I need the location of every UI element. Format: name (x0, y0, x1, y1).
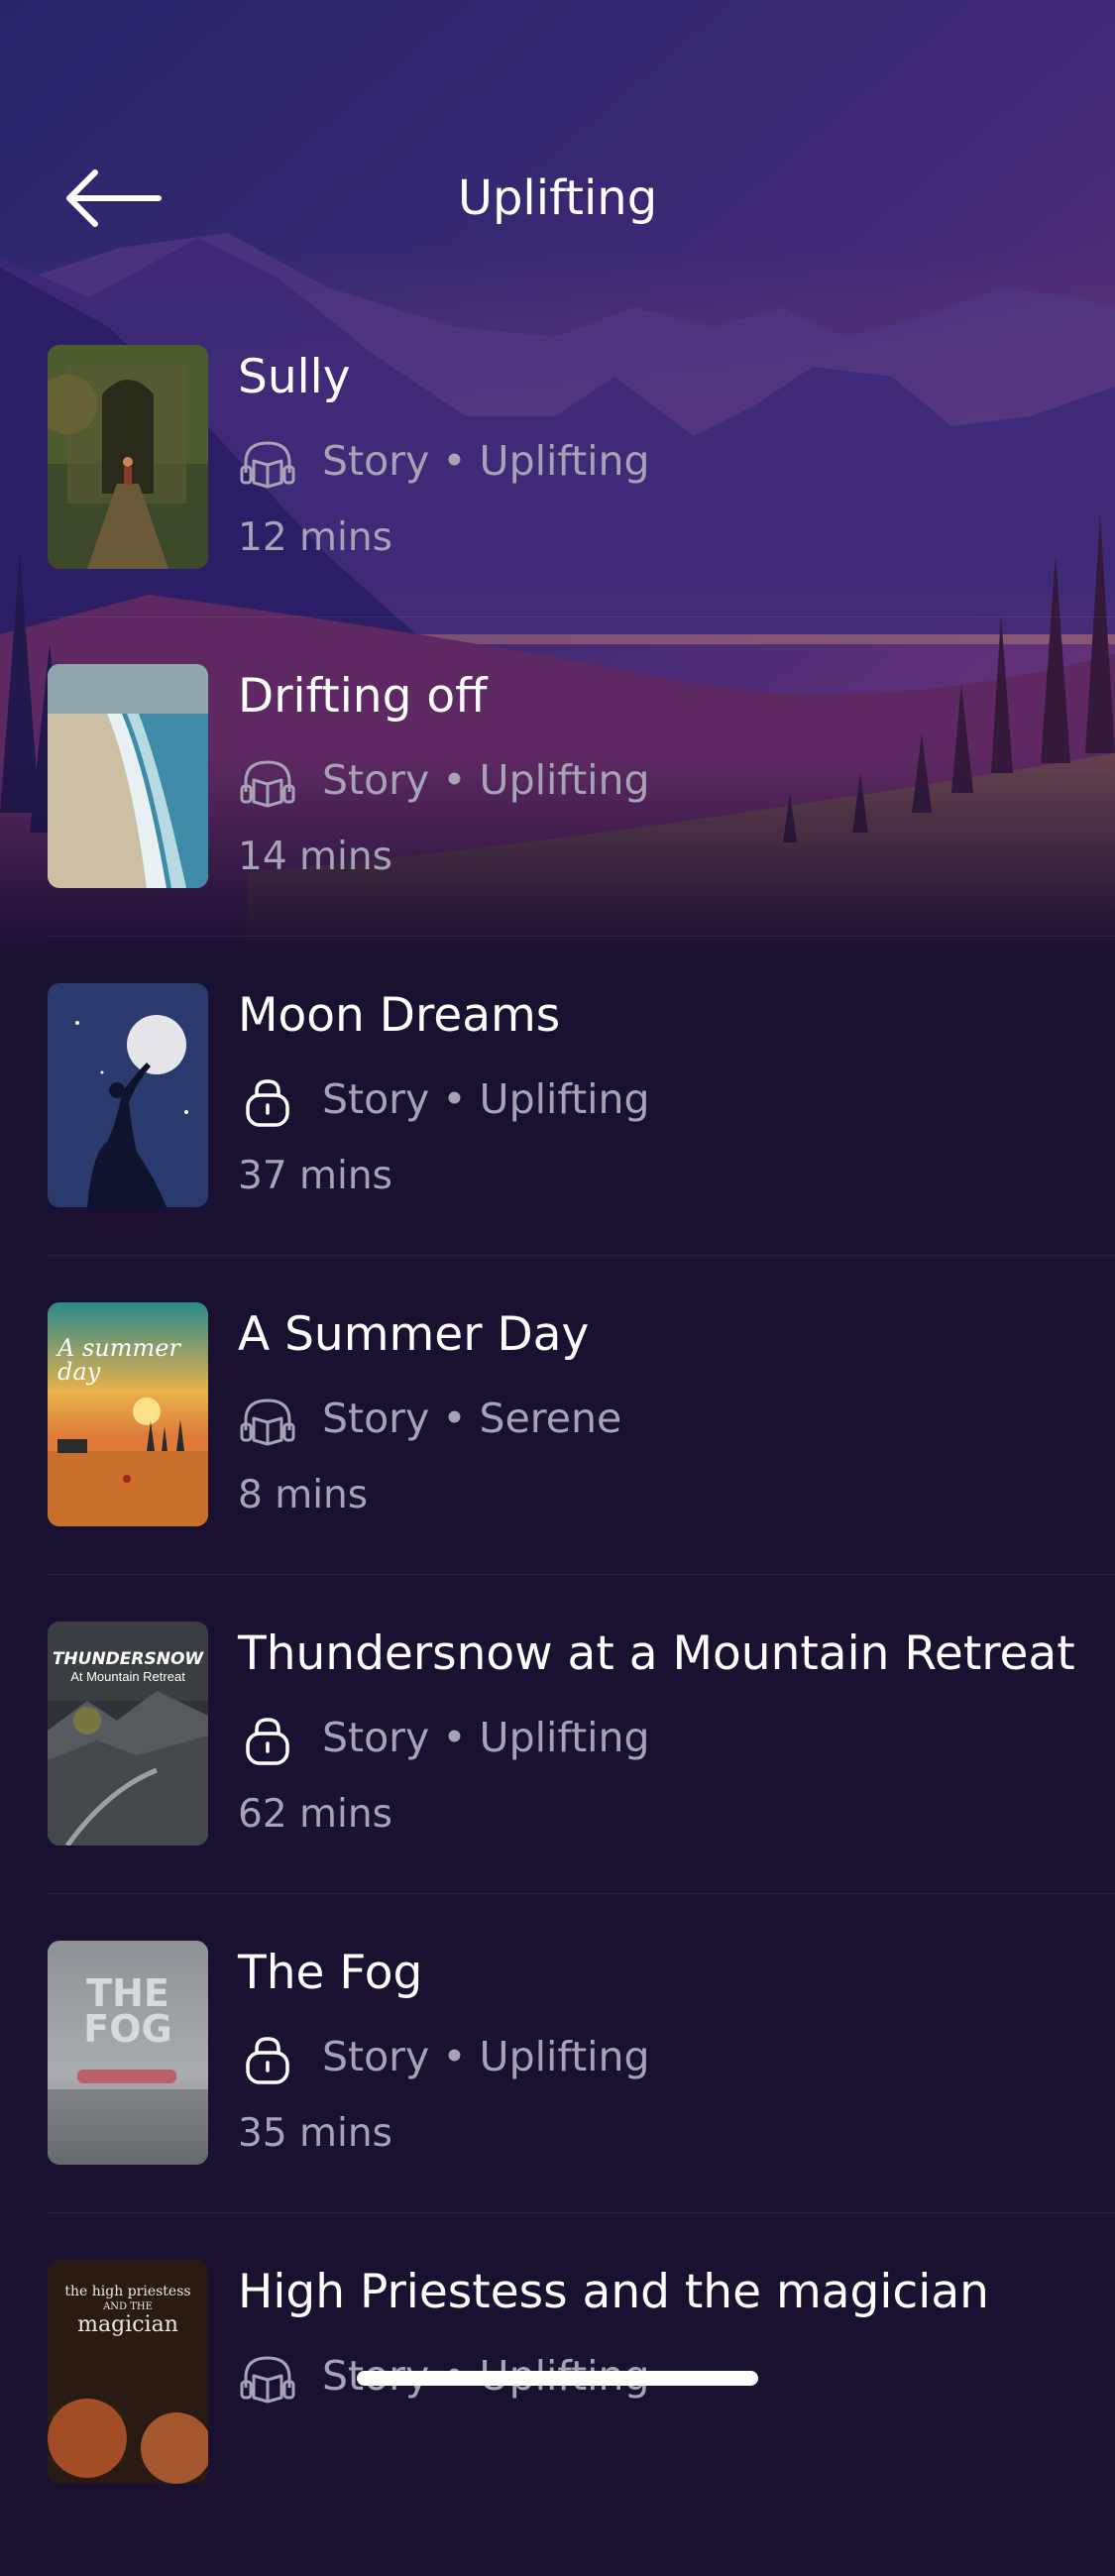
story-title: High Priestess and the magician (238, 2265, 989, 2319)
home-indicator[interactable] (357, 2371, 758, 2386)
thumbnail-title-text: FOG (83, 2007, 172, 2051)
headphones-book-icon (238, 437, 297, 489)
story-duration: 37 mins (238, 1154, 392, 1198)
row-divider (48, 616, 1115, 617)
thumbnail-title-text: magician (77, 2312, 178, 2337)
row-divider (48, 936, 1115, 937)
story-duration: 14 mins (238, 835, 392, 879)
story-duration: 12 mins (238, 515, 392, 560)
list-item[interactable]: THUNDERSNOW At Mountain Retreat Thunders… (0, 1619, 1115, 1938)
lock-icon (238, 2033, 297, 2084)
story-thumbnail: the high priestess AND THE magician (48, 2260, 208, 2484)
row-divider (48, 2212, 1115, 2213)
story-thumbnail (48, 345, 208, 569)
story-thumbnail: A summer day (48, 1302, 208, 1526)
story-thumbnail (48, 664, 208, 888)
headphones-book-icon (238, 2352, 297, 2404)
story-title: A Summer Day (238, 1307, 590, 1362)
story-meta: Story • Uplifting (322, 1714, 650, 1761)
story-thumbnail (48, 983, 208, 1207)
row-divider (48, 1893, 1115, 1894)
list-item[interactable]: THE FOG The Fog Story • Uplifting 35 min… (0, 1938, 1115, 2257)
story-duration: 62 mins (238, 1792, 392, 1837)
story-thumbnail: THE FOG (48, 1941, 208, 2165)
navigation-header: Uplifting (0, 139, 1115, 258)
story-thumbnail: THUNDERSNOW At Mountain Retreat (48, 1622, 208, 1846)
list-item[interactable]: Sully Story • Uplifting 12 mins (0, 342, 1115, 661)
list-item[interactable]: Moon Dreams Story • Uplifting 37 mins (0, 980, 1115, 1299)
lock-icon (238, 1714, 297, 1765)
story-title: Drifting off (238, 669, 488, 724)
lock-icon (238, 1075, 297, 1127)
story-title: Thundersnow at a Mountain Retreat (238, 1626, 1075, 1681)
story-title: The Fog (238, 1946, 423, 2000)
row-divider (48, 1574, 1115, 1575)
story-meta: Story • Uplifting (322, 756, 650, 804)
story-meta: Story • Uplifting (322, 2033, 650, 2080)
story-meta: Story • Uplifting (322, 437, 650, 485)
story-duration: 8 mins (238, 1473, 369, 1517)
story-meta: Story • Serene (322, 1395, 622, 1442)
page-title: Uplifting (457, 170, 658, 226)
story-meta: Story • Uplifting (322, 1075, 650, 1123)
thumbnail-title-text: the high priestess (64, 2284, 191, 2299)
list-item[interactable]: Drifting off Story • Uplifting 14 mins (0, 661, 1115, 980)
list-item[interactable]: A summer day A Summer Day Story • Serene… (0, 1299, 1115, 1619)
headphones-book-icon (238, 1395, 297, 1446)
list-item[interactable]: the high priestess AND THE magician High… (0, 2257, 1115, 2576)
story-title: Moon Dreams (238, 988, 561, 1043)
headphones-book-icon (238, 756, 297, 808)
story-duration: 35 mins (238, 2111, 392, 2156)
thumbnail-title-text: A summer day (57, 1334, 180, 1386)
thumbnail-title-text: THUNDERSNOW (52, 1649, 204, 1669)
row-divider (48, 1255, 1115, 1256)
story-title: Sully (238, 350, 351, 404)
thumbnail-subtitle-text: At Mountain Retreat (70, 1669, 185, 1684)
